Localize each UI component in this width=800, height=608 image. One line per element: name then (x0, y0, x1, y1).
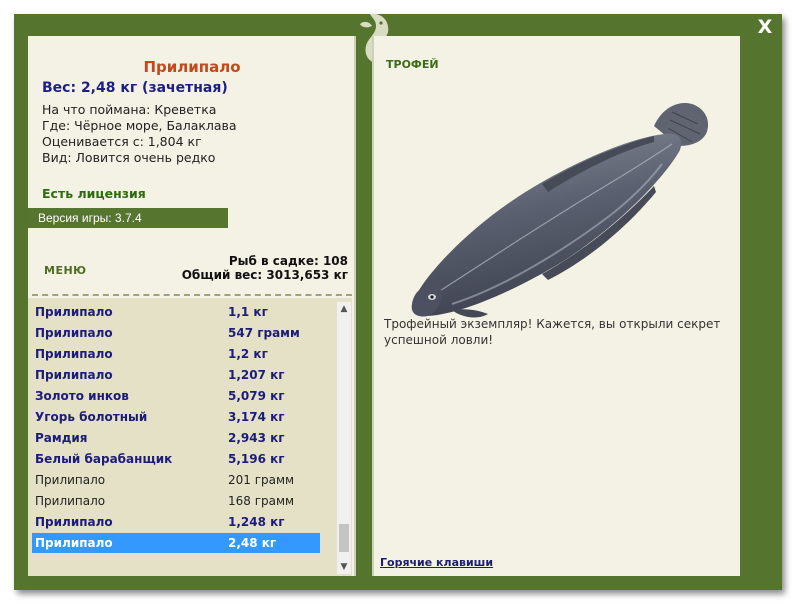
list-item-selected[interactable]: Прилипало 2,48 кг (32, 533, 320, 553)
fish-weight-cell: 5,079 кг (228, 389, 285, 403)
fish-weight-cell: 1,248 кг (228, 515, 285, 529)
fish-weight-cell: 1,2 кг (228, 347, 268, 361)
fish-details-panel: Прилипало Вес: 2,48 кг (зачетная) На что… (28, 36, 356, 576)
catch-bait: На что поймана: Креветка (42, 102, 217, 117)
hotkeys-link[interactable]: Горячие клавиши (380, 556, 493, 569)
fish-picture (411, 102, 709, 318)
species-rarity: Вид: Ловится очень редко (42, 150, 216, 165)
list-item[interactable]: Золото инков 5,079 кг (32, 386, 320, 406)
menu-button[interactable]: МЕНЮ (44, 264, 87, 277)
list-item[interactable]: Прилипало 1,2 кг (32, 344, 320, 364)
total-weight: Общий вес: 3013,653 кг (181, 268, 348, 282)
fish-weight-cell: 2,943 кг (228, 431, 285, 445)
list-item[interactable]: Прилипало 201 грамм (32, 470, 320, 490)
fish-name-cell: Прилипало (35, 473, 106, 487)
list-item[interactable]: Прилипало 1,207 кг (32, 365, 320, 385)
fish-weight: Вес: 2,48 кг (зачетная) (42, 80, 228, 96)
fish-weight-cell: 1,207 кг (228, 368, 285, 382)
fish-name-cell: Прилипало (35, 326, 113, 340)
fish-name-cell: Белый барабанщик (35, 452, 173, 466)
fish-name-cell: Рамдия (35, 431, 88, 445)
fish-weight-cell: 547 грамм (228, 326, 300, 340)
game-version: Версия игры: 3.7.4 (28, 208, 228, 228)
scroll-down-icon[interactable]: ▼ (337, 560, 351, 574)
fish-name-cell: Прилипало (35, 347, 113, 361)
trophy-threshold: Оценивается с: 1,804 кг (42, 134, 202, 149)
list-item[interactable]: Прилипало 547 грамм (32, 323, 320, 343)
fish-weight-cell: 201 грамм (228, 473, 295, 487)
fish-weight-cell: 168 грамм (228, 494, 295, 508)
catch-location: Где: Чёрное море, Балаклава (42, 118, 237, 133)
trophy-message: Трофейный экземпляр! Кажется, вы открыли… (384, 317, 721, 347)
fish-weight-cell: 1,1 кг (228, 305, 268, 319)
list-item[interactable]: Прилипало 168 грамм (32, 491, 320, 511)
keepnet-count: Рыб в садке: 108 (228, 254, 348, 268)
list-item[interactable]: Прилипало 1,248 кг (32, 512, 320, 532)
trophy-panel: ТРОФЕЙ Трофейный экземпляр! Кажется, вы … (372, 36, 740, 576)
divider (32, 294, 352, 296)
fish-name-cell: Угорь болотный (35, 410, 148, 424)
fish-name-cell: Прилипало (35, 536, 113, 550)
fish-name-cell: Прилипало (35, 368, 113, 382)
scroll-up-icon[interactable]: ▲ (337, 302, 351, 316)
fish-name: Прилипало (143, 58, 241, 76)
license-status: Есть лицензия (42, 186, 146, 201)
fish-name-cell: Прилипало (35, 494, 106, 508)
fish-name-cell: Прилипало (35, 305, 113, 319)
list-scrollbar[interactable]: ▲ ▼ (337, 302, 351, 574)
list-item[interactable]: Прилипало 1,1 кг (32, 302, 320, 322)
fish-weight-cell: 2,48 кг (228, 536, 277, 550)
list-item[interactable]: Белый барабанщик 5,196 кг (32, 449, 320, 469)
list-item[interactable]: Рамдия 2,943 кг (32, 428, 320, 448)
fish-weight-cell: 3,174 кг (228, 410, 285, 424)
scroll-thumb[interactable] (339, 524, 349, 552)
catch-list: Прилипало 1,1 кг Прилипало 547 грамм Прили… (28, 298, 352, 576)
close-button[interactable]: X (752, 14, 778, 40)
fish-name-cell: Золото инков (35, 389, 129, 403)
fish-name-cell: Прилипало (35, 515, 113, 529)
list-item[interactable]: Угорь болотный 3,174 кг (32, 407, 320, 427)
fish-weight-cell: 5,196 кг (228, 452, 285, 466)
